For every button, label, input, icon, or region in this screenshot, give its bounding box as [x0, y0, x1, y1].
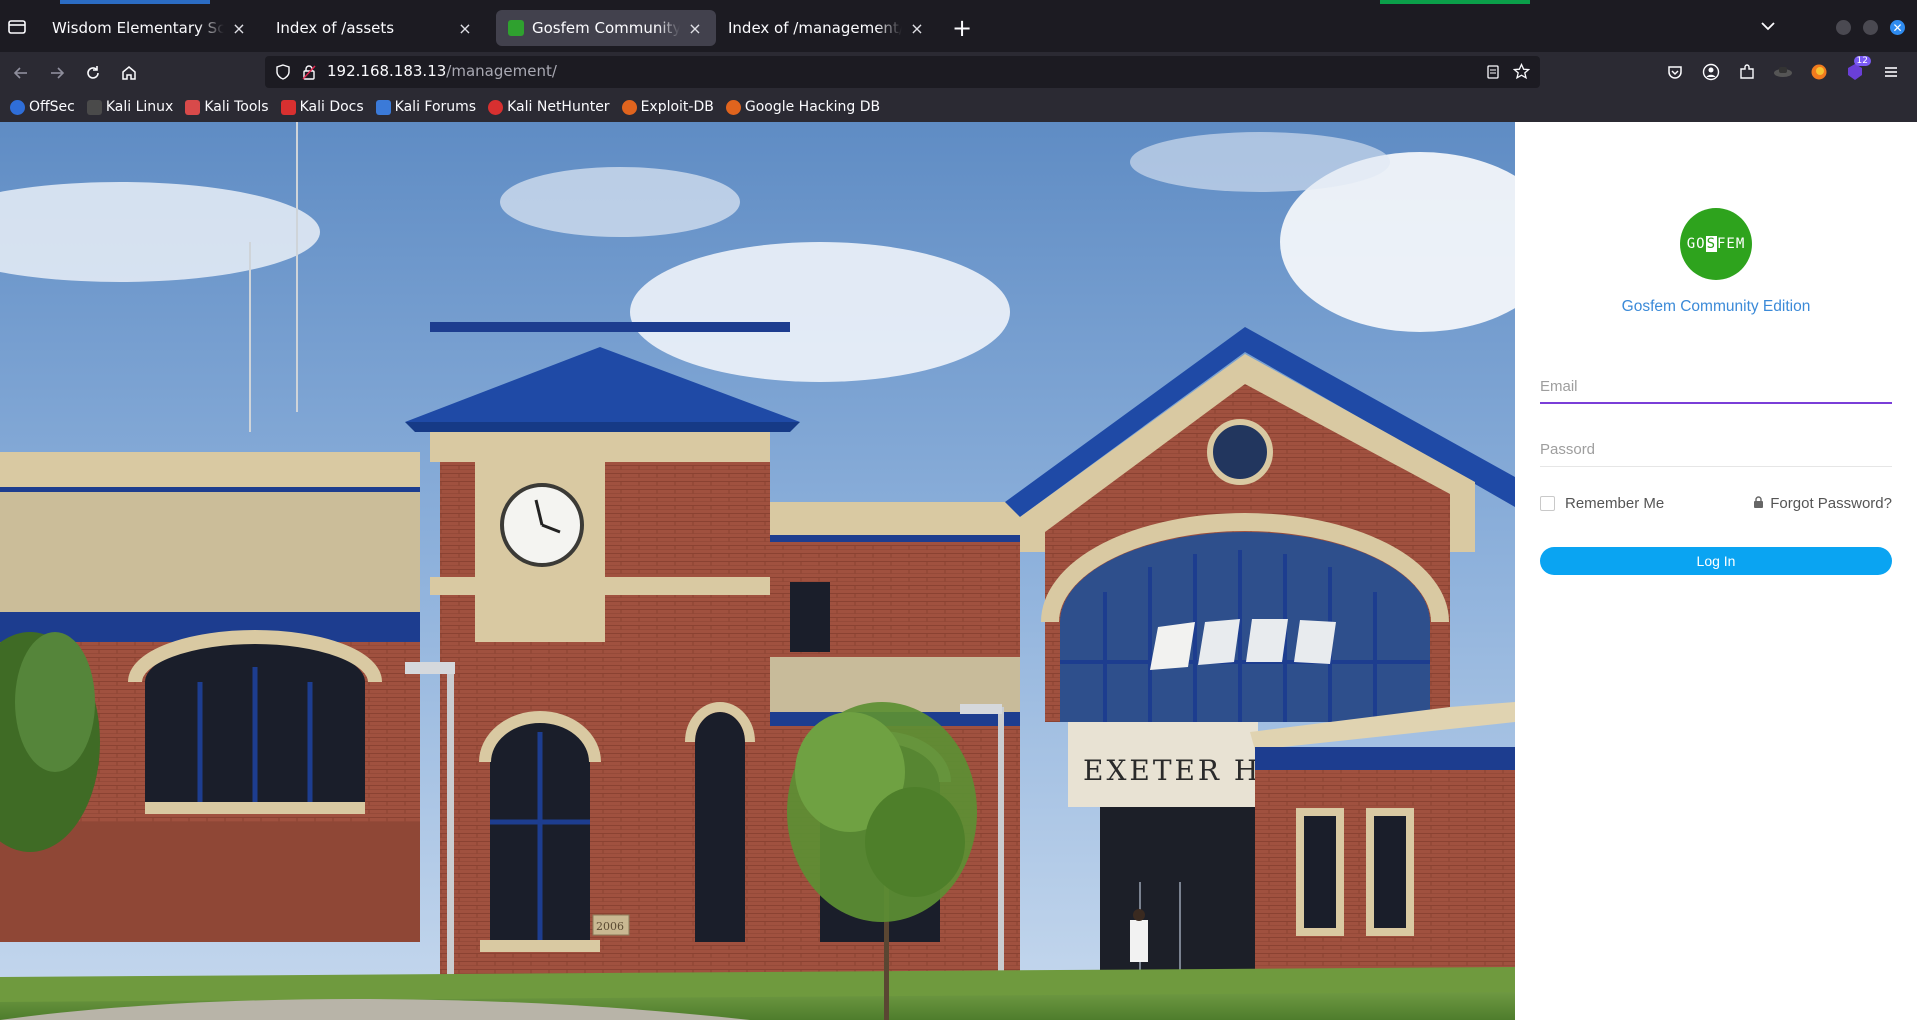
page-content: 2006 EXETER HIG GO S FEM Gosfem Communit…	[0, 122, 1917, 1020]
logo-text-c: FEM	[1717, 236, 1746, 252]
bookmark-kali-nethunter[interactable]: Kali NetHunter	[488, 99, 610, 115]
url-path: /management/	[446, 62, 557, 80]
tab-title: Gosfem Community Edition	[532, 19, 680, 37]
firefox-extension-icon[interactable]	[1809, 62, 1829, 82]
email-field[interactable]	[1540, 370, 1892, 404]
bookmark-google-hacking-db[interactable]: Google Hacking DB	[725, 99, 881, 115]
bookmark-exploit-db[interactable]: Exploit-DB	[621, 99, 714, 115]
navigation-toolbar: 192.168.183.13/management/ 12	[0, 52, 1917, 92]
reload-icon[interactable]	[80, 60, 106, 86]
nethunter-icon	[488, 99, 504, 115]
minimize-window-icon[interactable]	[1836, 20, 1851, 35]
bookmark-kali-tools[interactable]: Kali Tools	[185, 99, 269, 115]
bookmark-label: OffSec	[29, 99, 75, 115]
school-building-photo: 2006 EXETER HIG	[0, 122, 1515, 1020]
tab-wisdom-elementary[interactable]: Wisdom Elementary School ×	[40, 10, 260, 46]
password-field[interactable]	[1540, 433, 1892, 467]
ghdb-icon	[725, 99, 741, 115]
exploit-db-icon	[621, 99, 637, 115]
tab-gosfem[interactable]: Gosfem Community Edition ×	[496, 10, 716, 46]
bookmark-label: Google Hacking DB	[744, 99, 881, 115]
insecure-lock-icon[interactable]	[301, 64, 317, 84]
account-icon[interactable]	[1701, 62, 1721, 82]
brand-title: Gosfem Community Edition	[1621, 298, 1811, 315]
tab-close-icon[interactable]: ×	[456, 19, 474, 38]
tab-close-icon[interactable]: ×	[686, 19, 704, 38]
tab-strip: Wisdom Elementary School × Index of /ass…	[0, 0, 1917, 52]
bookmark-offsec[interactable]: OffSec	[10, 99, 75, 115]
close-window-icon[interactable]: ✕	[1890, 20, 1905, 35]
proxy-extension-icon[interactable]: 12	[1845, 56, 1871, 82]
kali-forums-icon	[375, 99, 391, 115]
tab-title: Wisdom Elementary School	[52, 19, 224, 37]
back-icon[interactable]	[8, 60, 34, 86]
bookmark-label: Kali NetHunter	[507, 99, 610, 115]
address-bar[interactable]: 192.168.183.13/management/	[265, 56, 1540, 88]
tab-index-assets[interactable]: Index of /assets ×	[264, 10, 486, 46]
bookmark-label: Kali Forums	[394, 99, 477, 115]
tab-title: Index of /management/uploads	[728, 19, 902, 37]
login-panel: GOSFEM Gosfem Community Edition Remember…	[1515, 122, 1917, 1020]
bookmark-kali-forums[interactable]: Kali Forums	[375, 99, 477, 115]
forgot-password-label: Forgot Password?	[1770, 495, 1892, 512]
tracking-protection-shield-icon[interactable]	[275, 64, 291, 84]
remember-me-label: Remember Me	[1565, 495, 1665, 512]
remember-me[interactable]: Remember Me	[1540, 495, 1664, 512]
extension-badge: 12	[1853, 56, 1871, 66]
gosfem-favicon-icon	[508, 20, 524, 36]
reader-view-icon[interactable]	[1485, 64, 1501, 84]
bookmark-kali-docs[interactable]: Kali Docs	[280, 99, 364, 115]
logo-text-b: S	[1705, 236, 1717, 252]
home-icon[interactable]	[116, 60, 142, 86]
maximize-window-icon[interactable]	[1863, 20, 1878, 35]
bookmarks-toolbar: OffSec Kali Linux Kali Tools Kali Docs K…	[0, 92, 1917, 122]
pocket-icon[interactable]	[1665, 62, 1685, 82]
logo-text-a: GO	[1686, 236, 1706, 252]
hacker-extension-icon[interactable]	[1773, 62, 1793, 82]
tab-title: Index of /assets	[276, 19, 395, 37]
hamburger-menu-icon[interactable]	[1881, 62, 1901, 82]
login-button[interactable]: Log In	[1540, 547, 1892, 575]
tab-strip-activity-line	[0, 0, 1917, 4]
lock-icon	[1753, 495, 1764, 512]
offsec-icon	[10, 99, 25, 115]
remember-me-checkbox[interactable]	[1540, 496, 1555, 511]
chevron-down-icon[interactable]	[1758, 16, 1778, 40]
bookmark-label: Kali Docs	[299, 99, 364, 115]
kali-tools-icon	[185, 99, 201, 115]
tab-close-icon[interactable]: ×	[230, 19, 248, 38]
kali-docs-icon	[280, 99, 296, 115]
new-tab-icon[interactable]: +	[952, 14, 972, 42]
forward-icon[interactable]	[44, 60, 70, 86]
bookmark-label: Exploit-DB	[640, 99, 714, 115]
url-text: 192.168.183.13/management/	[327, 62, 557, 80]
forgot-password-link[interactable]: Forgot Password?	[1753, 495, 1892, 512]
tab-close-icon[interactable]: ×	[908, 19, 926, 38]
extensions-puzzle-icon[interactable]	[1737, 62, 1757, 82]
bookmark-kali-linux[interactable]: Kali Linux	[86, 99, 174, 115]
tab-index-management-uploads[interactable]: Index of /management/uploads ×	[716, 10, 938, 46]
gosfem-logo: GO S FEM	[1680, 208, 1752, 280]
building-plaque: 2006	[596, 920, 624, 933]
list-all-tabs-icon[interactable]	[6, 17, 28, 37]
bookmark-label: Kali Tools	[204, 99, 269, 115]
bookmark-star-icon[interactable]	[1512, 62, 1531, 84]
bookmark-label: Kali Linux	[105, 99, 174, 115]
url-host: 192.168.183.13	[327, 62, 447, 80]
kali-dragon-icon	[86, 99, 102, 115]
